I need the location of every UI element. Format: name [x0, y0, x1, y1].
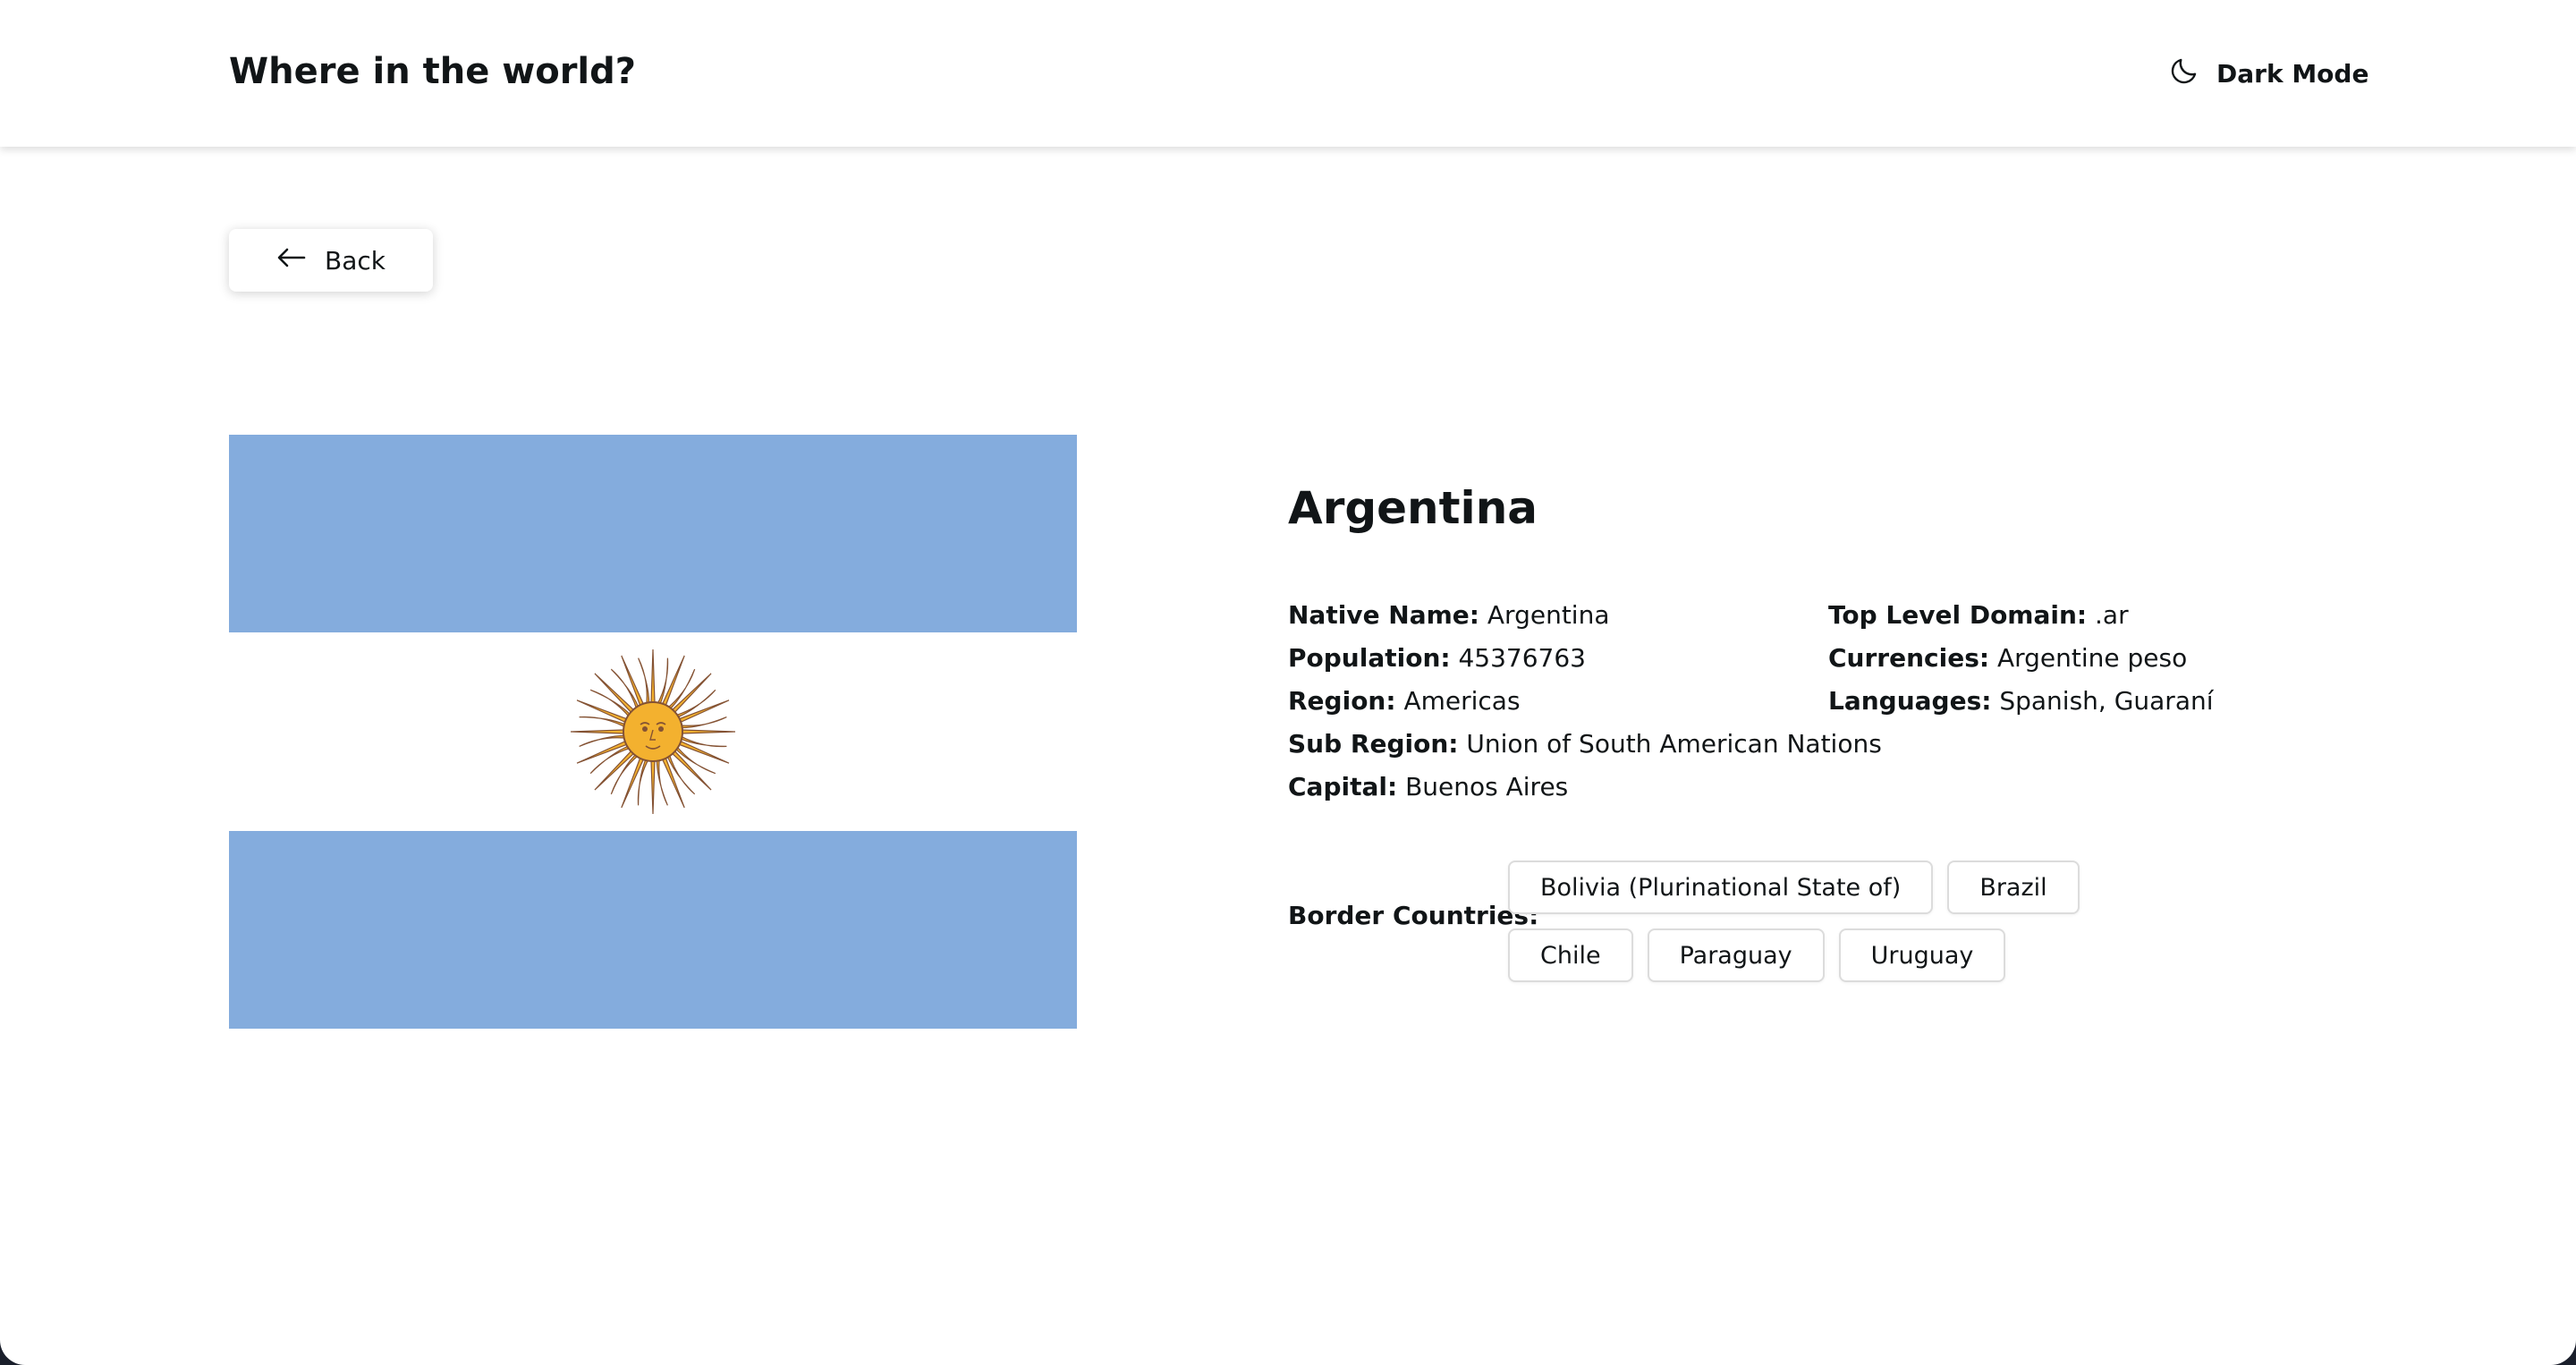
arrow-left-icon: [276, 246, 307, 276]
detail-capital: Capital: Buenos Aires: [1288, 772, 1569, 801]
border-chip-uruguay[interactable]: Uruguay: [1838, 928, 2006, 982]
dark-mode-toggle[interactable]: Dark Mode: [2168, 50, 2368, 97]
border-chip-brazil[interactable]: Brazil: [1947, 861, 2080, 914]
top-header: Where in the world? Dark Mode: [0, 0, 2576, 147]
moon-icon: [2168, 55, 2200, 93]
app-title: Where in the world?: [229, 51, 636, 92]
details-primary: Native Name: Argentina Population: 45376…: [1288, 594, 1882, 809]
detail-sub-region: Sub Region: Union of South American Nati…: [1288, 729, 1882, 759]
flag-bottom-stripe: [229, 831, 1077, 1029]
border-chip-chile[interactable]: Chile: [1508, 928, 1633, 982]
page: Where in the world? Dark Mode Back Argen…: [0, 0, 2576, 1365]
back-button[interactable]: Back: [229, 229, 433, 292]
detail-native-name: Native Name: Argentina: [1288, 600, 1610, 630]
detail-top-level-domain: Top Level Domain: .ar: [1828, 600, 2129, 630]
details-secondary: Top Level Domain: .ar Currencies: Argent…: [1828, 594, 2214, 723]
border-countries-label: Border Countries:: [1288, 901, 1539, 930]
dark-mode-label: Dark Mode: [2216, 58, 2369, 89]
flag-top-stripe: [229, 435, 1077, 632]
detail-region: Region: Americas: [1288, 686, 1521, 716]
detail-currencies: Currencies: Argentine peso: [1828, 643, 2188, 673]
country-flag: [229, 435, 1077, 1029]
country-name: Argentina: [1288, 482, 1538, 534]
detail-population: Population: 45376763: [1288, 643, 1586, 673]
sun-of-may-icon: [570, 649, 736, 815]
argentina-flag-icon: [229, 435, 1077, 1029]
border-chip-paraguay[interactable]: Paraguay: [1647, 928, 1825, 982]
border-country-list: Bolivia (Plurinational State of) Brazil …: [1508, 861, 2188, 982]
back-label: Back: [325, 245, 386, 276]
border-chip-bolivia[interactable]: Bolivia (Plurinational State of): [1508, 861, 1934, 914]
detail-languages: Languages: Spanish, Guaraní: [1828, 686, 2214, 716]
